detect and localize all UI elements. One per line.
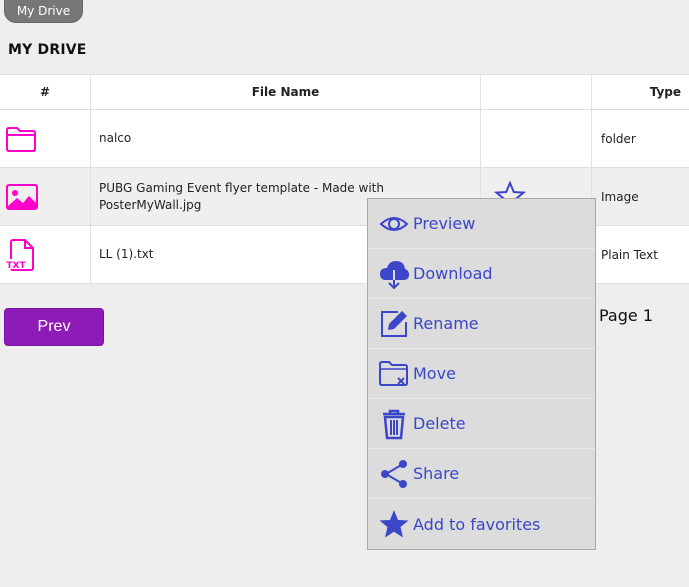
file-type: folder bbox=[601, 131, 636, 146]
header-file-name[interactable]: File Name bbox=[91, 75, 481, 109]
share-icon bbox=[378, 458, 410, 490]
row-icon-cell: TXT bbox=[0, 226, 91, 283]
menu-item-move[interactable]: Move bbox=[368, 349, 595, 399]
row-icon-cell bbox=[0, 168, 91, 225]
menu-item-preview[interactable]: Preview bbox=[368, 199, 595, 249]
image-icon bbox=[6, 183, 38, 210]
menu-item-label: Download bbox=[413, 264, 493, 283]
page-indicator: Page 1 bbox=[599, 306, 653, 325]
file-type: Image bbox=[601, 189, 639, 204]
favorite-cell[interactable] bbox=[481, 110, 592, 167]
menu-item-download[interactable]: Download bbox=[368, 249, 595, 299]
folder-icon bbox=[6, 126, 36, 152]
eye-icon bbox=[378, 208, 410, 240]
menu-item-add-to-favorites[interactable]: Add to favorites bbox=[368, 499, 595, 549]
menu-item-label: Add to favorites bbox=[413, 514, 541, 534]
table-header: # File Name Type bbox=[0, 74, 689, 110]
file-type: Plain Text bbox=[601, 247, 658, 262]
svg-text:TXT: TXT bbox=[6, 261, 26, 271]
menu-item-label: Preview bbox=[413, 214, 476, 233]
menu-item-delete[interactable]: Delete bbox=[368, 399, 595, 449]
cloud-download-icon bbox=[378, 258, 410, 290]
edit-icon bbox=[378, 308, 410, 340]
menu-item-share[interactable]: Share bbox=[368, 449, 595, 499]
header-favorite bbox=[481, 75, 592, 109]
page-title: MY DRIVE bbox=[8, 42, 87, 58]
breadcrumb-my-drive[interactable]: My Drive bbox=[4, 0, 83, 23]
row-icon-cell bbox=[0, 110, 91, 167]
menu-item-label: Share bbox=[413, 464, 460, 483]
header-type[interactable]: Type bbox=[592, 75, 689, 109]
menu-item-rename[interactable]: Rename bbox=[368, 299, 595, 349]
file-name[interactable]: nalco bbox=[91, 110, 481, 167]
header-num: # bbox=[0, 75, 91, 109]
menu-item-label: Move bbox=[413, 364, 456, 383]
txt-file-icon: TXT bbox=[6, 238, 34, 271]
menu-item-label: Rename bbox=[413, 314, 479, 333]
table-row[interactable]: nalco folder bbox=[0, 110, 689, 168]
prev-button[interactable]: Prev bbox=[4, 308, 104, 346]
folder-move-icon bbox=[378, 358, 410, 390]
context-menu: Preview Download Rename Move Delete Shar… bbox=[367, 198, 596, 550]
star-icon bbox=[378, 508, 410, 540]
trash-icon bbox=[378, 408, 410, 440]
menu-item-label: Delete bbox=[413, 414, 466, 433]
